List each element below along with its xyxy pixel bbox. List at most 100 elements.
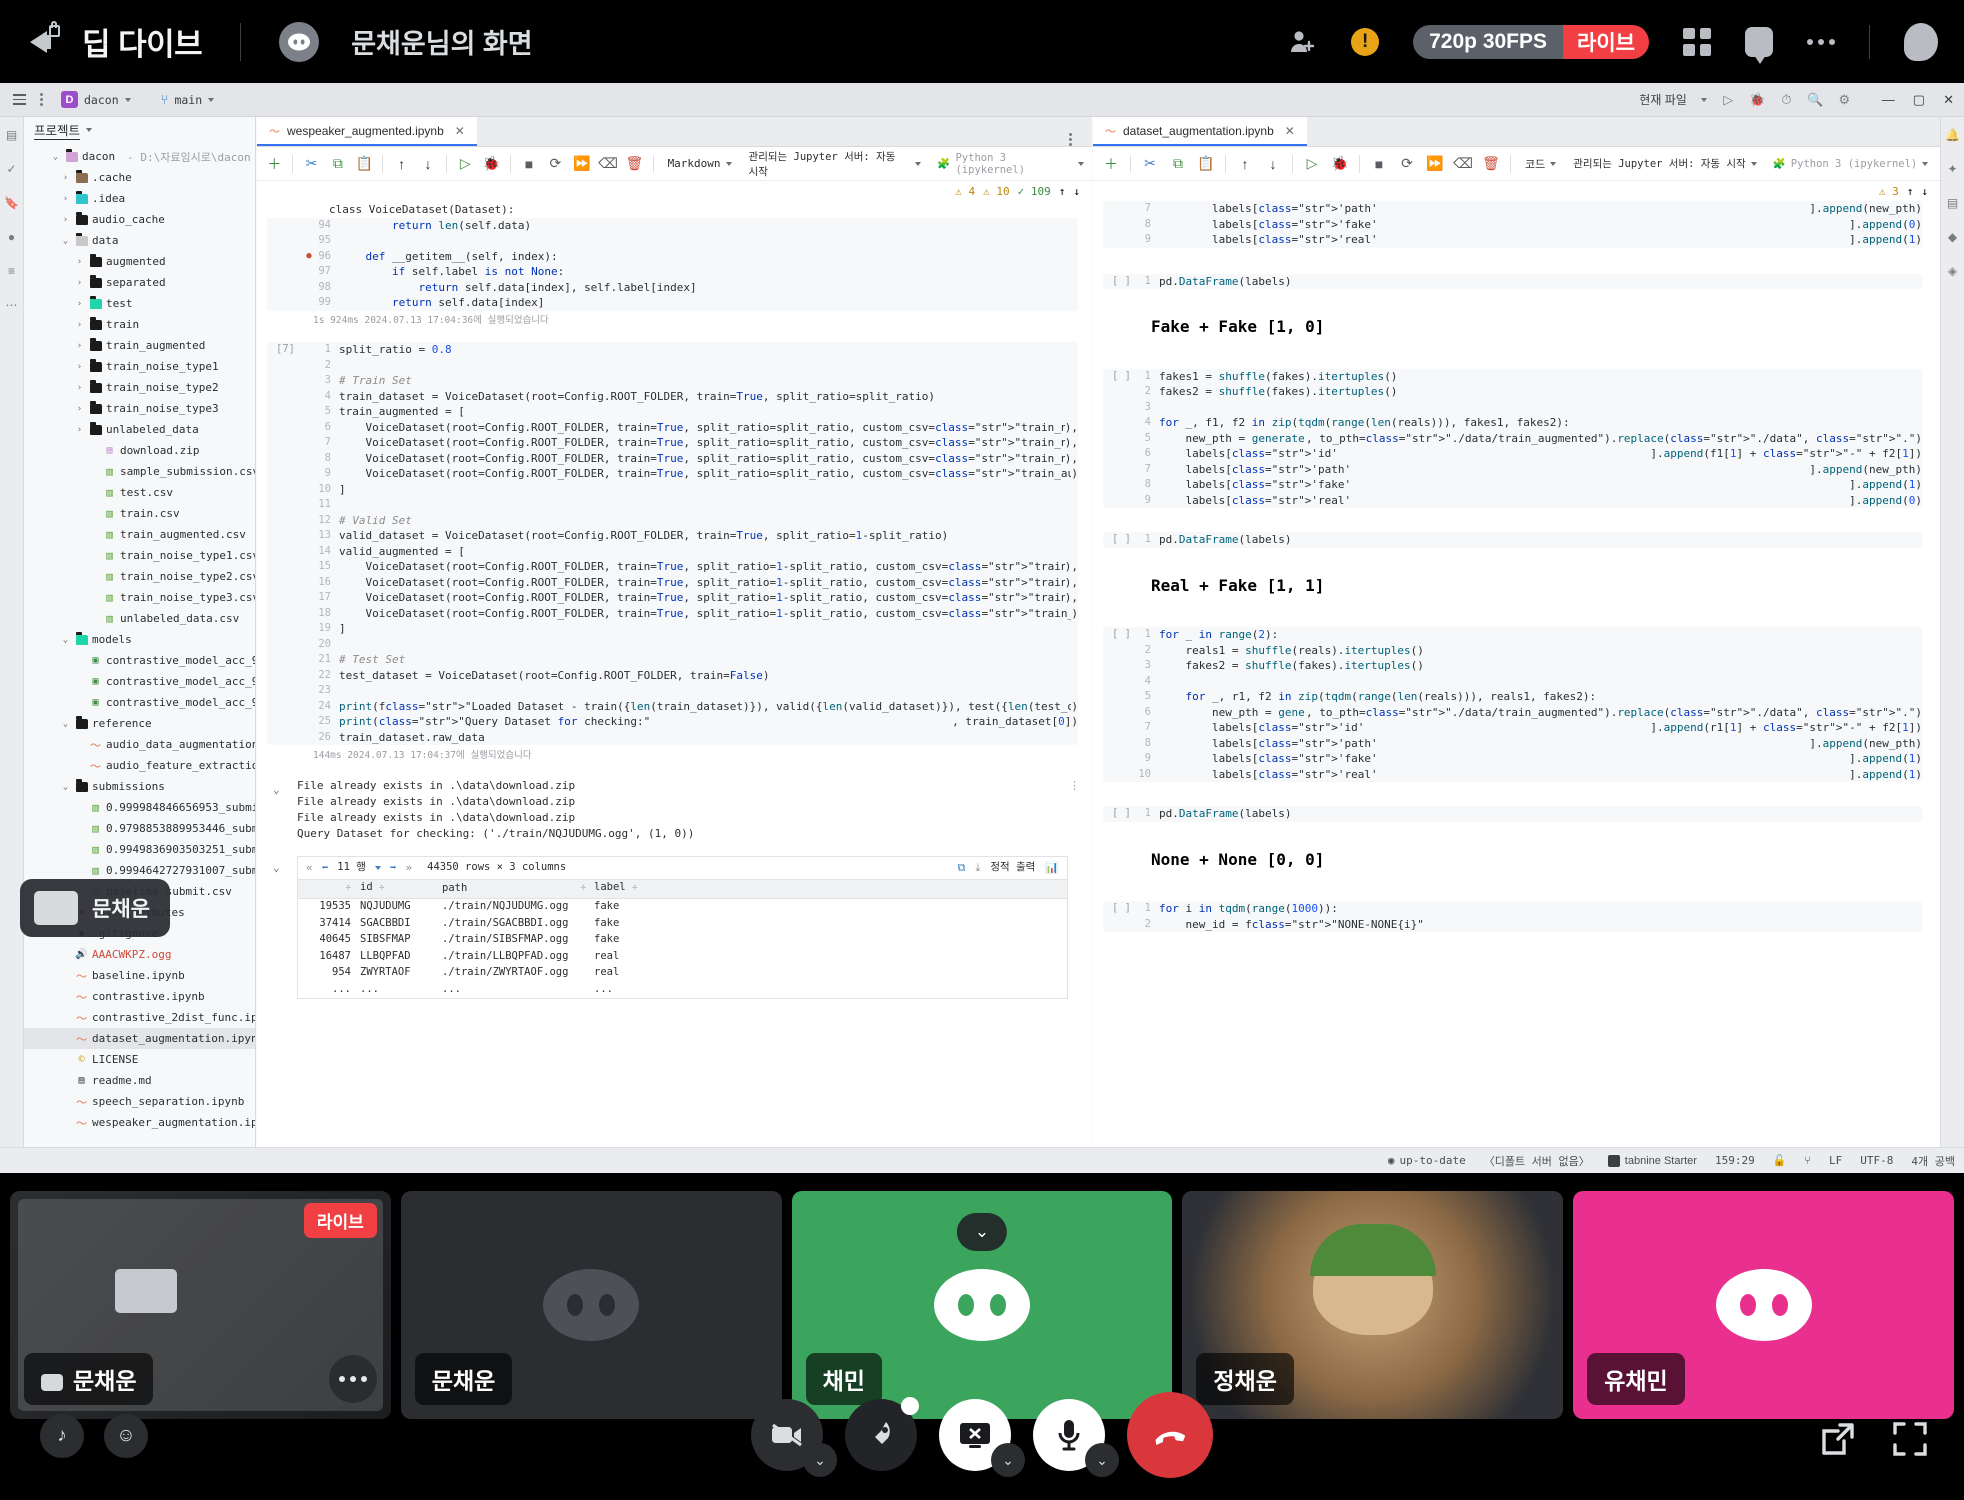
tree-item[interactable]: ▥ 0.999984846656953_submit. — [24, 797, 255, 818]
tree-item[interactable]: › augmented — [24, 251, 255, 272]
code-line[interactable]: 2 fakes2 = shuffle(fakes).itertuples() — [1103, 384, 1922, 400]
code-line[interactable]: 6 new_pth = generate(r1[1], f2[1], from_… — [1103, 705, 1922, 721]
popout-icon[interactable] — [1818, 1419, 1858, 1464]
tree-item[interactable]: ▥ train_noise_type1.csv — [24, 545, 255, 566]
more-options-icon[interactable] — [1807, 38, 1835, 45]
next-page-icon[interactable]: ➡ — [390, 860, 397, 876]
code-line[interactable]: 4 train_dataset = VoiceDataset(root=Confi… — [267, 389, 1078, 405]
debug-cell-button[interactable]: 🐞 — [478, 150, 504, 178]
search-everywhere-icon[interactable]: 🔍 — [1807, 92, 1823, 107]
tree-item[interactable]: ▥ sample_submission.csv — [24, 461, 255, 482]
move-cell-down-button[interactable]: ↓ — [1259, 150, 1287, 178]
code-line[interactable]: 2 — [267, 358, 1078, 374]
code-line[interactable]: 8 labels[class="str">'fake']. append(0) — [1103, 217, 1922, 233]
tree-item[interactable]: ▥ train_noise_type2.csv — [24, 566, 255, 587]
code-line[interactable]: 94 return len(self.data) — [267, 218, 1078, 234]
tree-item[interactable]: › .cache — [24, 167, 255, 188]
tree-item[interactable]: ▥ train_augmented.csv — [24, 524, 255, 545]
code-line[interactable]: [ ] 1 pd.DataFrame(labels) — [1103, 532, 1922, 548]
prev-problem-icon[interactable]: ↑ — [1059, 185, 1066, 198]
run-all-button[interactable]: ⏩ — [569, 150, 595, 178]
code-line[interactable]: [ ] 1 for _ in range(2): — [1103, 627, 1922, 643]
boost-button[interactable] — [845, 1397, 919, 1471]
jupyter-server-label[interactable]: 관리되는 Jupyter 서버: 자동 시작 — [741, 149, 930, 179]
interrupt-kernel-button[interactable]: ■ — [1365, 150, 1393, 178]
file-encoding[interactable]: UTF-8 — [1851, 1154, 1902, 1167]
code-line[interactable]: 97 if self.label is not None: — [267, 264, 1078, 280]
markdown-heading-1[interactable]: Fake + Fake [1, 0] — [1093, 319, 1940, 335]
structure-icon[interactable]: ≡ — [4, 263, 19, 278]
tree-item[interactable]: ⌄ models — [24, 629, 255, 650]
table-header-index[interactable]: ÷ — [298, 880, 360, 897]
table-pagination[interactable]: « ⬅ 11 행 ➡ » 44350 rows × 3 columns — [306, 857, 566, 879]
tree-item[interactable]: › train_noise_type1 — [24, 356, 255, 377]
code-line[interactable]: 16 VoiceDataset(root=Config.ROOT_FOLDER,… — [267, 575, 1078, 591]
kernel-selector[interactable]: 🧩 Python 3 (ipykernel) — [1765, 157, 1937, 170]
tree-item[interactable]: › .idea — [24, 188, 255, 209]
code-line[interactable]: 22 test_dataset = VoiceDataset(root=Confi… — [267, 668, 1078, 684]
tree-item[interactable]: 〜 audio_feature_extractions_ — [24, 755, 255, 776]
tree-item[interactable]: ▣ contrastive_model_acc_99.6 — [24, 671, 255, 692]
cut-cell-button[interactable]: ✂ — [1136, 150, 1164, 178]
code-line[interactable]: 5 new_pth = generate(f1[1], f2[1], from_… — [1103, 431, 1922, 447]
tree-item[interactable]: ▣ contrastive_model_acc_99.6 — [24, 650, 255, 671]
tree-item[interactable]: 〜 wespeaker_augmentation.ipynb — [24, 1112, 255, 1133]
fullscreen-icon[interactable] — [1890, 1419, 1930, 1464]
tree-item[interactable]: ▥ train_noise_type3.csv — [24, 587, 255, 608]
tree-item[interactable]: ⌄ reference — [24, 713, 255, 734]
cell-type-dropdown[interactable]: 코드 — [1516, 156, 1565, 172]
inspection-widget-right[interactable]: ⚠ 3 ↑ ↓ — [1093, 181, 1940, 201]
tree-item[interactable]: › train — [24, 314, 255, 335]
clear-outputs-button[interactable]: ⌫ — [595, 150, 621, 178]
delete-cell-button[interactable]: 🗑 — [621, 150, 647, 178]
code-line[interactable]: [ ] 1 pd.DataFrame(labels) — [1103, 274, 1922, 290]
chart-view-icon[interactable]: 📊 — [1045, 860, 1059, 876]
code-cell-6[interactable]: [ ] 1 for i in tqdm(range(1000)): 2 new_id … — [1103, 901, 1922, 932]
code-cell-3[interactable]: [ ] 1 pd.DataFrame(labels) — [1103, 532, 1922, 548]
emoji-icon[interactable]: ☺ — [104, 1414, 148, 1458]
run-cell-button[interactable]: ▷ — [452, 150, 478, 178]
table-row[interactable]: 19535 NQJUDUMG ./train/NQJUDUMG.ogg fake — [298, 899, 1067, 916]
kernel-selector[interactable]: 🧩 Python 3 (ipykernel) — [929, 152, 1092, 176]
code-line[interactable]: 24 print(fclass="str">"Loaded Dataset - t… — [267, 699, 1078, 715]
code-line[interactable]: 20 — [267, 637, 1078, 653]
paste-cell-button[interactable]: 📋 — [351, 150, 377, 178]
tab-options-icon[interactable] — [1069, 133, 1072, 146]
next-problem-icon[interactable]: ↓ — [1921, 185, 1928, 198]
code-line[interactable]: 26 train_dataset.raw_data — [267, 730, 1078, 746]
static-output-label[interactable]: 정적 출력 — [990, 860, 1035, 876]
code-line[interactable]: 21 # Test Set — [267, 652, 1078, 668]
tree-item[interactable]: 🔊 AAACWKPZ.ogg — [24, 944, 255, 965]
ai-assistant-icon[interactable]: ✦ — [1945, 161, 1960, 176]
breakpoint-icon[interactable]: ● — [301, 249, 317, 265]
code-line[interactable]: 4 — [1103, 674, 1922, 690]
tab-dataset-augmentation[interactable]: 〜 dataset_augmentation.ipynb ✕ — [1093, 117, 1307, 146]
expand-arrow[interactable]: ⌄ — [60, 236, 71, 246]
project-tool-icon[interactable]: ▤ — [4, 127, 19, 142]
tree-item[interactable]: ▥ train.csv — [24, 503, 255, 524]
jupyter-server-label[interactable]: 관리되는 Jupyter 서버: 자동 시작 — [1565, 156, 1764, 171]
code-line[interactable]: 25 print(class="str">"Query Dataset for c… — [267, 714, 1078, 730]
code-line[interactable]: 23 — [267, 683, 1078, 699]
debug-cell-button[interactable]: 🐞 — [1326, 150, 1354, 178]
code-line[interactable]: 3 — [1103, 400, 1922, 416]
restart-kernel-button[interactable]: ⟳ — [1393, 150, 1421, 178]
code-line[interactable]: 15 VoiceDataset(root=Config.ROOT_FOLDER,… — [267, 559, 1078, 575]
close-button[interactable]: ✕ — [1943, 92, 1954, 108]
move-cell-up-button[interactable]: ↑ — [1231, 150, 1259, 178]
database-icon[interactable]: ▤ — [1945, 195, 1960, 210]
expand-arrow[interactable]: ⌄ — [50, 152, 61, 162]
expand-arrow[interactable]: ⌄ — [60, 719, 71, 729]
project-panel-header[interactable]: 프로젝트 — [24, 117, 255, 143]
code-line[interactable]: 9 labels[class="str">'real']. append(1) — [1103, 232, 1922, 248]
expand-arrow[interactable]: › — [74, 278, 85, 288]
code-line[interactable]: 12 # Valid Set — [267, 513, 1078, 529]
code-cell-2[interactable]: [ ] 1 fakes1 = shuffle(fakes).itertuples()… — [1103, 368, 1922, 508]
expand-arrow[interactable]: › — [74, 257, 85, 267]
tree-item[interactable]: © LICENSE — [24, 1049, 255, 1070]
code-line[interactable]: 8 VoiceDataset(root=Config.ROOT_FOLDER, … — [267, 451, 1078, 467]
line-separator[interactable]: LF — [1820, 1154, 1851, 1167]
expand-arrow[interactable]: › — [60, 173, 71, 183]
code-line[interactable]: [ ] 1 for i in tqdm(range(1000)): — [1103, 901, 1922, 917]
read-only-icon[interactable]: 🔓 — [1764, 1154, 1796, 1167]
